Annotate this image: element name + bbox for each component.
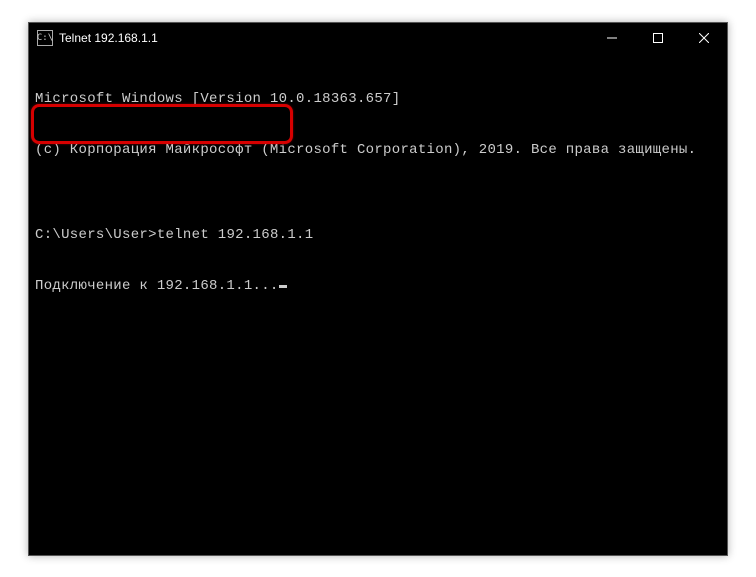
window-controls xyxy=(589,23,727,53)
console-line-command: C:\Users\User>telnet 192.168.1.1 xyxy=(35,227,721,244)
console-output[interactable]: Microsoft Windows [Version 10.0.18363.65… xyxy=(29,53,727,333)
prompt-text: C:\Users\User> xyxy=(35,227,157,243)
cmd-icon: C:\ xyxy=(37,30,53,46)
minimize-button[interactable] xyxy=(589,23,635,53)
window-titlebar[interactable]: C:\ Telnet 192.168.1.1 xyxy=(29,23,727,53)
cmd-icon-text: C:\ xyxy=(37,33,53,43)
maximize-button[interactable] xyxy=(635,23,681,53)
console-line-status: Подключение к 192.168.1.1... xyxy=(35,278,721,295)
console-line-copyright: (c) Корпорация Майкрософт (Microsoft Cor… xyxy=(35,142,721,159)
command-text: telnet 192.168.1.1 xyxy=(157,227,314,243)
console-line-version: Microsoft Windows [Version 10.0.18363.65… xyxy=(35,91,721,108)
cursor xyxy=(279,285,287,288)
status-text: Подключение к 192.168.1.1... xyxy=(35,278,279,294)
window-title: Telnet 192.168.1.1 xyxy=(59,31,589,45)
close-button[interactable] xyxy=(681,23,727,53)
terminal-window: C:\ Telnet 192.168.1.1 Microsoft Windows… xyxy=(28,22,728,556)
